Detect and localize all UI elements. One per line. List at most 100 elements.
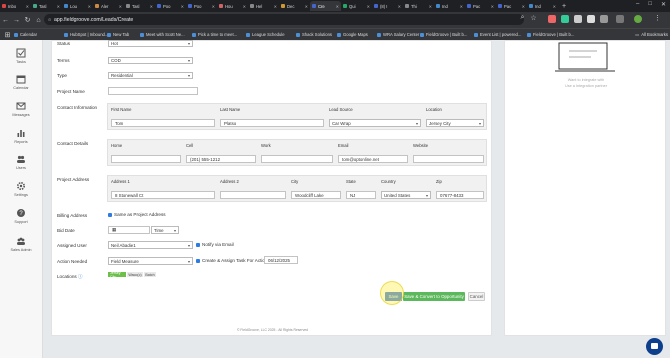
- status-select[interactable]: Hot ▾: [108, 40, 193, 47]
- tab-close-icon[interactable]: ✕: [243, 4, 246, 9]
- tab-close-icon[interactable]: ✕: [491, 4, 494, 9]
- extensions-puzzle-icon[interactable]: [600, 15, 608, 23]
- browser-tab[interactable]: Tasl ✕: [124, 1, 155, 11]
- tab-close-icon[interactable]: ✕: [26, 4, 29, 9]
- sidebar-item-messages[interactable]: Messages: [0, 101, 42, 117]
- tab-close-icon[interactable]: ✕: [212, 4, 215, 9]
- url-input[interactable]: ⊙ app.fieldgroove.com/Leads/Create: [44, 14, 524, 25]
- apps-icon[interactable]: ⊞: [2, 31, 13, 39]
- calendar-icon[interactable]: ▦: [112, 227, 116, 233]
- location-select[interactable]: Jersey City ▾: [426, 119, 484, 127]
- work-phone-input[interactable]: [261, 155, 333, 163]
- browser-tab[interactable]: Cre ✕: [310, 1, 341, 11]
- tab-close-icon[interactable]: ✕: [553, 4, 556, 9]
- tab-close-icon[interactable]: ✕: [181, 4, 184, 9]
- sidebar-item-support[interactable]: ? Support: [0, 208, 42, 224]
- extension-icon[interactable]: [561, 15, 569, 23]
- website-input[interactable]: [413, 155, 484, 163]
- menu-icon[interactable]: ⋮: [652, 14, 663, 22]
- minimize-icon[interactable]: –: [636, 1, 639, 8]
- address1-input[interactable]: 8 Stonewall Ct: [111, 191, 215, 199]
- lead-source-select[interactable]: Car Wrap ▾: [329, 119, 421, 127]
- tab-close-icon[interactable]: ✕: [460, 4, 463, 9]
- browser-tab[interactable]: Hel ✕: [248, 1, 279, 11]
- tab-close-icon[interactable]: ✕: [274, 4, 277, 9]
- bookmark-item[interactable]: Meet with Scott Ne...: [140, 32, 185, 37]
- reload-icon[interactable]: ↻: [22, 16, 33, 24]
- chat-launcher-button[interactable]: [646, 338, 663, 355]
- location-chip[interactable]: Waco(c): [127, 272, 143, 277]
- same-as-project-checkbox[interactable]: [108, 213, 112, 217]
- bookmark-item[interactable]: Calendar: [14, 32, 37, 37]
- tab-close-icon[interactable]: ✕: [429, 4, 432, 9]
- info-icon[interactable]: ⓘ: [78, 274, 83, 279]
- sidebar-item-tasks[interactable]: Tasks: [0, 48, 42, 64]
- last-name-input[interactable]: Platso: [220, 119, 324, 127]
- country-select[interactable]: United States ▾: [381, 191, 431, 199]
- task-date-input[interactable]: 06/12/2025: [264, 256, 298, 264]
- home-phone-input[interactable]: [111, 155, 181, 163]
- bookmark-item[interactable]: WRA Salary Center: [377, 32, 419, 37]
- state-input[interactable]: NJ: [346, 191, 376, 199]
- profile-avatar[interactable]: [634, 15, 642, 23]
- tab-close-icon[interactable]: ✕: [336, 4, 339, 9]
- home-icon[interactable]: ⌂: [33, 17, 44, 24]
- tab-close-icon[interactable]: ✕: [150, 4, 153, 9]
- city-input[interactable]: Woodcliff Lake: [291, 191, 341, 199]
- sidebar-item-sales-admin[interactable]: Sales Admin: [0, 236, 42, 252]
- side-panel-icon[interactable]: [616, 15, 624, 23]
- sidebar-item-reports[interactable]: Reports: [0, 128, 42, 144]
- maximize-icon[interactable]: □: [648, 1, 652, 8]
- close-window-icon[interactable]: ✕: [661, 1, 666, 8]
- cell-phone-input[interactable]: (201) 555-1212: [186, 155, 256, 163]
- email-input[interactable]: tom@optonline.net: [338, 155, 408, 163]
- browser-tab[interactable]: Lou ✕: [62, 1, 93, 11]
- browser-tab[interactable]: Ind ✕: [434, 1, 465, 11]
- sidebar-item-settings[interactable]: Settings: [0, 181, 42, 197]
- tab-close-icon[interactable]: ✕: [57, 4, 60, 9]
- create-task-checkbox[interactable]: [196, 259, 200, 263]
- tab-close-icon[interactable]: ✕: [88, 4, 91, 9]
- bookmark-item[interactable]: League Schedule: [246, 32, 285, 37]
- notify-email-checkbox[interactable]: [196, 243, 200, 247]
- cancel-button[interactable]: Cancel: [468, 292, 485, 301]
- back-icon[interactable]: ←: [0, 17, 11, 24]
- browser-tab[interactable]: Aler ✕: [93, 1, 124, 11]
- location-chip[interactable]: Batch: [144, 272, 156, 277]
- tab-close-icon[interactable]: ✕: [305, 4, 308, 9]
- bookmark-item[interactable]: Shack Solutions: [296, 32, 332, 37]
- bid-date-input[interactable]: ▦: [108, 226, 150, 234]
- assigned-user-select[interactable]: Neil Abadie1 ▾: [108, 241, 193, 249]
- browser-tab[interactable]: Ind ✕: [527, 1, 558, 11]
- address2-input[interactable]: [220, 191, 286, 199]
- save-convert-button[interactable]: Save & Convert to Opportunity: [403, 292, 465, 301]
- browser-tab[interactable]: Inbo ✕: [0, 1, 31, 11]
- sidebar-item-users[interactable]: Users: [0, 154, 42, 170]
- browser-tab[interactable]: Pac ✕: [465, 1, 496, 11]
- extension-icon[interactable]: [548, 15, 556, 23]
- tab-close-icon[interactable]: ✕: [119, 4, 122, 9]
- zoom-icon[interactable]: ⌕: [517, 14, 528, 22]
- terms-select[interactable]: COD ▾: [108, 57, 193, 64]
- browser-tab[interactable]: Poo ✕: [155, 1, 186, 11]
- bookmark-item[interactable]: Google Maps: [337, 32, 368, 37]
- bookmark-item[interactable]: Event List | powered...: [474, 32, 521, 37]
- site-info-icon[interactable]: ⊙: [48, 17, 51, 22]
- tab-close-icon[interactable]: ✕: [367, 4, 370, 9]
- browser-tab[interactable]: Tasl ✕: [31, 1, 62, 11]
- all-bookmarks-button[interactable]: ▭ All Bookmarks: [635, 32, 668, 37]
- project-name-input[interactable]: [108, 87, 198, 95]
- browser-tab[interactable]: Thi ✕: [403, 1, 434, 11]
- browser-tab[interactable]: Dec ✕: [279, 1, 310, 11]
- forward-icon[interactable]: →: [11, 17, 22, 24]
- browser-tab[interactable]: Pac ✕: [496, 1, 527, 11]
- tab-close-icon[interactable]: ✕: [522, 4, 525, 9]
- location-chip[interactable]: Jersey City: [108, 271, 126, 279]
- bookmark-item[interactable]: Pick a time to meet...: [192, 32, 237, 37]
- sidebar-item-calendar[interactable]: Calendar: [0, 74, 42, 90]
- bid-time-select[interactable]: Time ▾: [151, 226, 179, 234]
- bookmark-item[interactable]: New Tab: [107, 32, 129, 37]
- tab-close-icon[interactable]: ✕: [398, 4, 401, 9]
- bookmark-item[interactable]: HubSpot | Inbound...: [64, 32, 108, 37]
- zip-input[interactable]: 07677-8433: [436, 191, 484, 199]
